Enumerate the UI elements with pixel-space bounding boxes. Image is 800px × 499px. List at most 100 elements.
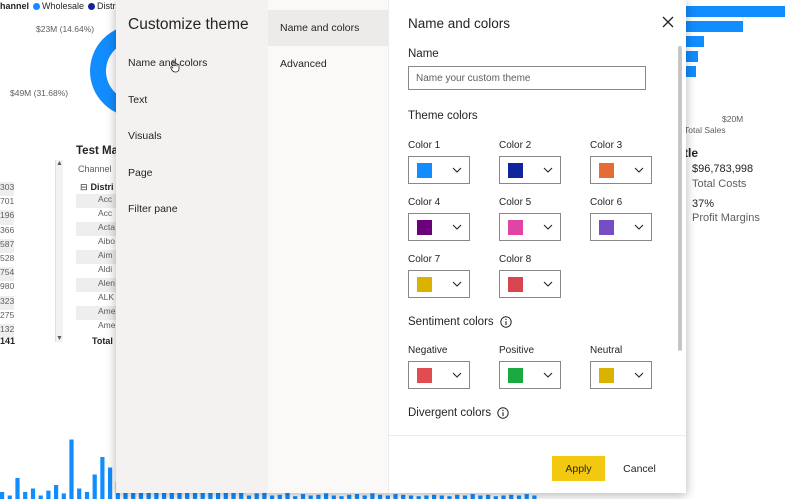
column[interactable]	[30, 488, 36, 499]
column[interactable]	[300, 494, 306, 499]
column[interactable]	[378, 494, 383, 499]
apply-button[interactable]: Apply	[552, 456, 605, 481]
color-1-picker[interactable]	[408, 156, 470, 184]
table-column-header[interactable]: Channel	[78, 164, 112, 174]
scroll-down-icon[interactable]: ▼	[56, 335, 63, 342]
column[interactable]	[270, 495, 275, 499]
subnav-name-and-colors[interactable]: Name and colors	[268, 10, 388, 46]
column[interactable]	[393, 494, 398, 499]
column[interactable]	[462, 495, 468, 499]
legend-item-wholesale[interactable]: Wholesale	[33, 1, 84, 11]
bar[interactable]	[686, 6, 785, 17]
nav-page[interactable]: Page	[116, 167, 268, 204]
bar[interactable]	[686, 36, 704, 47]
column[interactable]	[408, 495, 414, 499]
scroll-up-icon[interactable]: ▲	[56, 160, 63, 167]
info-icon[interactable]	[499, 316, 512, 328]
column[interactable]	[324, 493, 329, 499]
column[interactable]	[92, 474, 97, 499]
column[interactable]	[38, 495, 43, 499]
column[interactable]	[15, 478, 20, 499]
cancel-button[interactable]: Cancel	[613, 456, 666, 481]
column[interactable]	[347, 494, 352, 499]
column[interactable]	[100, 457, 105, 499]
column[interactable]	[370, 493, 375, 499]
column[interactable]	[486, 494, 491, 499]
column[interactable]	[61, 493, 66, 499]
column[interactable]	[84, 492, 90, 499]
column[interactable]	[316, 494, 321, 499]
column[interactable]	[509, 494, 514, 499]
column[interactable]	[385, 495, 390, 499]
color-7-picker[interactable]	[408, 270, 470, 298]
column[interactable]	[308, 495, 313, 499]
column[interactable]	[23, 492, 28, 499]
column[interactable]	[354, 494, 360, 499]
column[interactable]	[516, 495, 522, 499]
table-group-row[interactable]: ⊟ Distri	[80, 182, 114, 193]
column[interactable]	[0, 492, 5, 499]
column[interactable]	[424, 495, 429, 499]
color-2-picker[interactable]	[499, 156, 561, 184]
column[interactable]	[331, 495, 336, 499]
column[interactable]	[54, 485, 59, 499]
neutral-color-picker[interactable]	[590, 361, 652, 389]
column[interactable]	[470, 494, 475, 499]
column[interactable]	[501, 495, 506, 499]
column[interactable]	[478, 495, 483, 499]
column[interactable]	[285, 492, 290, 499]
column[interactable]	[223, 492, 228, 499]
collapse-icon[interactable]: ⊟	[80, 182, 88, 192]
theme-name-input[interactable]	[408, 66, 646, 90]
color-6-picker[interactable]	[590, 213, 652, 241]
bar[interactable]	[686, 66, 696, 77]
negative-color-picker[interactable]	[408, 361, 470, 389]
column[interactable]	[439, 495, 444, 499]
column[interactable]	[524, 494, 529, 499]
nav-visuals[interactable]: Visuals	[116, 130, 268, 167]
table-row[interactable]: Acc	[76, 208, 116, 222]
column[interactable]	[7, 495, 12, 499]
table-row[interactable]: Acta	[76, 222, 116, 236]
column[interactable]	[77, 488, 82, 499]
column[interactable]	[277, 494, 282, 499]
column[interactable]	[254, 493, 259, 499]
table-row[interactable]: Aibo	[76, 236, 116, 250]
nav-text[interactable]: Text	[116, 94, 268, 131]
chevron-down-icon	[634, 167, 644, 173]
subnav-advanced[interactable]: Advanced	[268, 46, 388, 82]
close-icon[interactable]	[660, 14, 676, 30]
settings-scroll-area[interactable]: Name Theme colors Color 1 Color 2 Color 3 C…	[389, 40, 686, 435]
table-row[interactable]: Aim	[76, 250, 116, 264]
column[interactable]	[108, 467, 113, 499]
legend-item-distributor[interactable]: Distr	[88, 1, 116, 11]
color-4-picker[interactable]	[408, 213, 470, 241]
color-8-picker[interactable]	[499, 270, 561, 298]
column[interactable]	[401, 494, 406, 499]
column[interactable]	[262, 492, 267, 499]
color-2-swatch: Color 2	[499, 140, 561, 184]
table-row[interactable]: ALK	[76, 292, 116, 306]
color-3-picker[interactable]	[590, 156, 652, 184]
column[interactable]	[362, 495, 367, 499]
table-row[interactable]: Alen	[76, 278, 116, 292]
column[interactable]	[246, 495, 252, 499]
nav-name-and-colors[interactable]: Name and colors	[116, 57, 268, 94]
bar[interactable]	[686, 51, 698, 62]
positive-color-picker[interactable]	[499, 361, 561, 389]
bar[interactable]	[686, 21, 743, 32]
color-5-picker[interactable]	[499, 213, 561, 241]
nav-filter-pane[interactable]: Filter pane	[116, 203, 268, 240]
table-row[interactable]: Ame	[76, 320, 116, 334]
table-scrollbar[interactable]: ▲ ▼	[55, 160, 63, 342]
column[interactable]	[432, 494, 437, 499]
dialog-scrollbar[interactable]	[678, 46, 682, 351]
column[interactable]	[69, 439, 74, 499]
table-row[interactable]: Ame	[76, 306, 116, 320]
info-icon[interactable]	[497, 407, 509, 419]
column[interactable]	[46, 490, 51, 499]
table-row[interactable]: Aldi	[76, 264, 116, 278]
table-row[interactable]: Acc	[76, 194, 116, 208]
column[interactable]	[455, 494, 460, 499]
column[interactable]	[532, 495, 537, 499]
